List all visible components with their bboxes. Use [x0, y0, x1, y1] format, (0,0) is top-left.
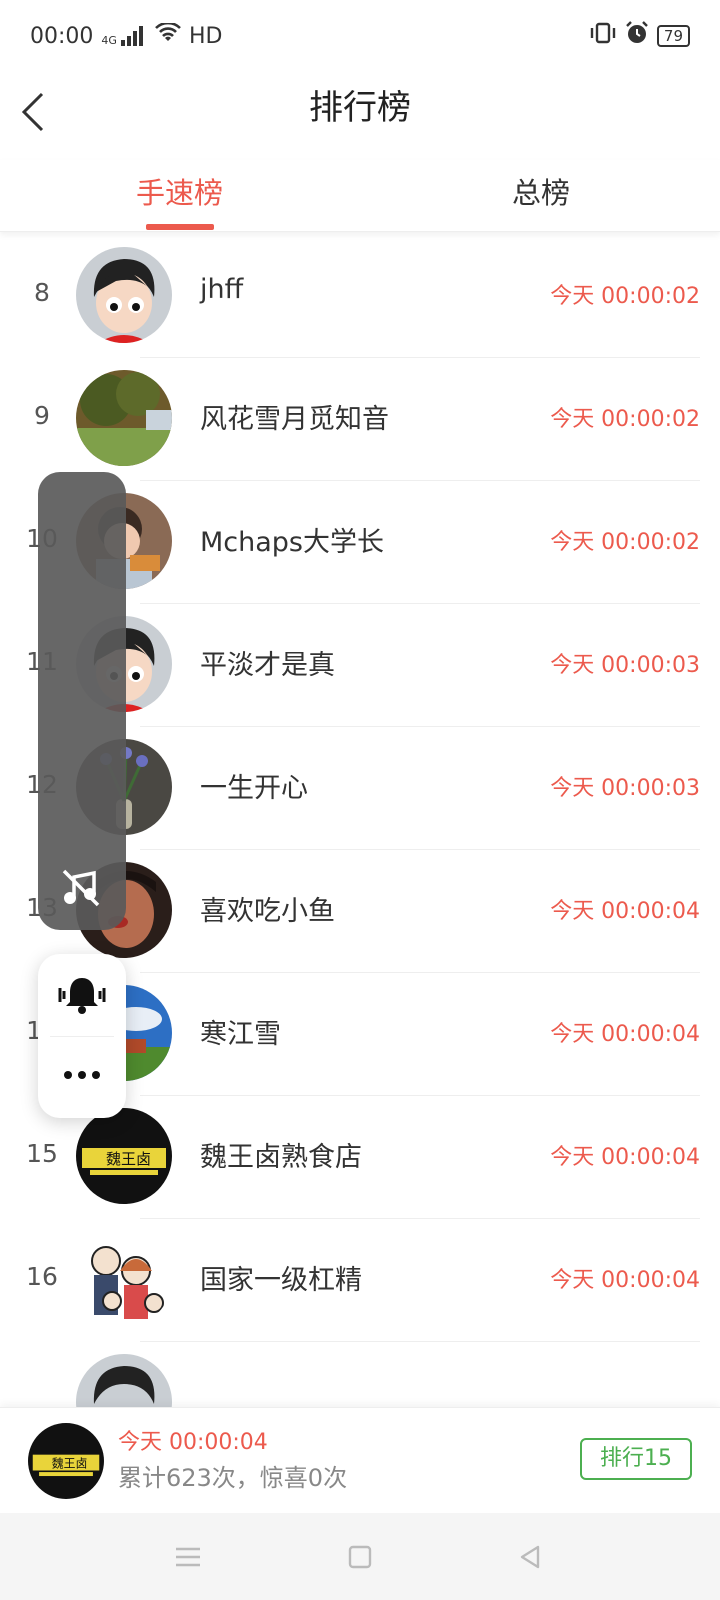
tab-total-rank[interactable]: 总榜 — [512, 170, 570, 212]
alarm-icon — [625, 21, 649, 51]
user-name: 魏王卤熟食店 — [200, 1142, 362, 1173]
my-record-bar[interactable]: 魏王卤 今天 00:00:04 累计623次，惊喜0次 排行15 — [0, 1407, 720, 1513]
user-name: 平淡才是真 — [200, 650, 335, 681]
svg-text:魏王卤: 魏王卤 — [52, 1456, 88, 1470]
record-time: 今天 00:00:02 — [550, 407, 700, 432]
vibrate-status-icon — [589, 22, 617, 50]
page-title: 排行榜 — [309, 88, 411, 128]
svg-text:魏王卤: 魏王卤 — [106, 1150, 151, 1168]
record-time: 今天 00:00:04 — [550, 1145, 700, 1170]
hd-label: HD — [188, 23, 223, 49]
vibrate-button[interactable] — [54, 972, 110, 1018]
avatar[interactable] — [76, 1231, 172, 1327]
tab-bar: 手速榜 总榜 — [0, 160, 720, 232]
record-time: 今天 00:00:03 — [550, 776, 700, 801]
user-name: 风花雪月觅知音 — [200, 404, 389, 435]
tab-speed-rank[interactable]: 手速榜 — [136, 170, 223, 212]
list-item[interactable]: 9 风花雪月觅知音 今天 00:00:02 — [0, 355, 720, 481]
record-time: 今天 00:00:04 — [550, 899, 700, 924]
my-record-time: 今天 00:00:04 — [118, 1430, 268, 1455]
status-bar: 00:00 4G HD 79 — [0, 0, 720, 72]
list-item[interactable]: 16 国家一级杠精 今天 00:00:04 — [0, 1216, 720, 1342]
avatar[interactable] — [76, 1354, 172, 1407]
my-record-summary: 累计623次，惊喜0次 — [118, 1464, 348, 1492]
tab-indicator — [146, 224, 214, 230]
network-type: 4G — [101, 34, 117, 47]
record-time: 今天 00:00:02 — [550, 284, 700, 309]
avatar[interactable] — [76, 247, 172, 343]
floating-quick-panel — [38, 954, 126, 1118]
user-name: jhff — [200, 274, 244, 305]
music-off-icon[interactable] — [60, 867, 102, 909]
my-avatar[interactable]: 魏王卤 — [28, 1423, 104, 1499]
system-nav-bar — [0, 1513, 720, 1600]
list-item[interactable] — [0, 1339, 720, 1407]
rank-number: 15 — [26, 1139, 58, 1168]
header: 排行榜 — [0, 72, 720, 172]
record-time: 今天 00:00:04 — [550, 1268, 700, 1293]
battery-icon: 79 — [656, 25, 690, 47]
signal-icon: 4G — [101, 26, 147, 46]
record-time: 今天 00:00:04 — [550, 1022, 700, 1047]
more-dots-icon — [64, 1071, 100, 1079]
user-name: 一生开心 — [200, 773, 308, 804]
menu-icon[interactable] — [170, 1539, 206, 1575]
home-icon[interactable] — [342, 1539, 378, 1575]
wifi-icon — [155, 21, 181, 49]
user-name: 国家一级杠精 — [200, 1265, 362, 1296]
status-time: 00:00 — [30, 23, 94, 49]
user-name: 寒江雪 — [200, 1019, 281, 1050]
rank-number: 9 — [34, 401, 50, 430]
divider — [50, 1036, 114, 1037]
my-rank-badge[interactable]: 排行15 — [580, 1438, 692, 1480]
record-time: 今天 00:00:03 — [550, 653, 700, 678]
avatar[interactable] — [76, 370, 172, 466]
rank-number: 8 — [34, 278, 50, 307]
user-name: 喜欢吃小鱼 — [200, 896, 335, 927]
list-item[interactable]: 8 jhff 今天 00:00:02 — [0, 232, 720, 358]
floating-side-panel[interactable] — [38, 472, 126, 930]
record-time: 今天 00:00:02 — [550, 530, 700, 555]
user-name: Mchaps大学长 — [200, 527, 385, 558]
back-nav-icon[interactable] — [512, 1539, 548, 1575]
rank-number: 16 — [26, 1262, 58, 1291]
avatar[interactable]: 魏王卤 — [76, 1108, 172, 1204]
more-button[interactable] — [54, 1052, 110, 1098]
bell-vibrate-icon — [58, 978, 106, 1014]
